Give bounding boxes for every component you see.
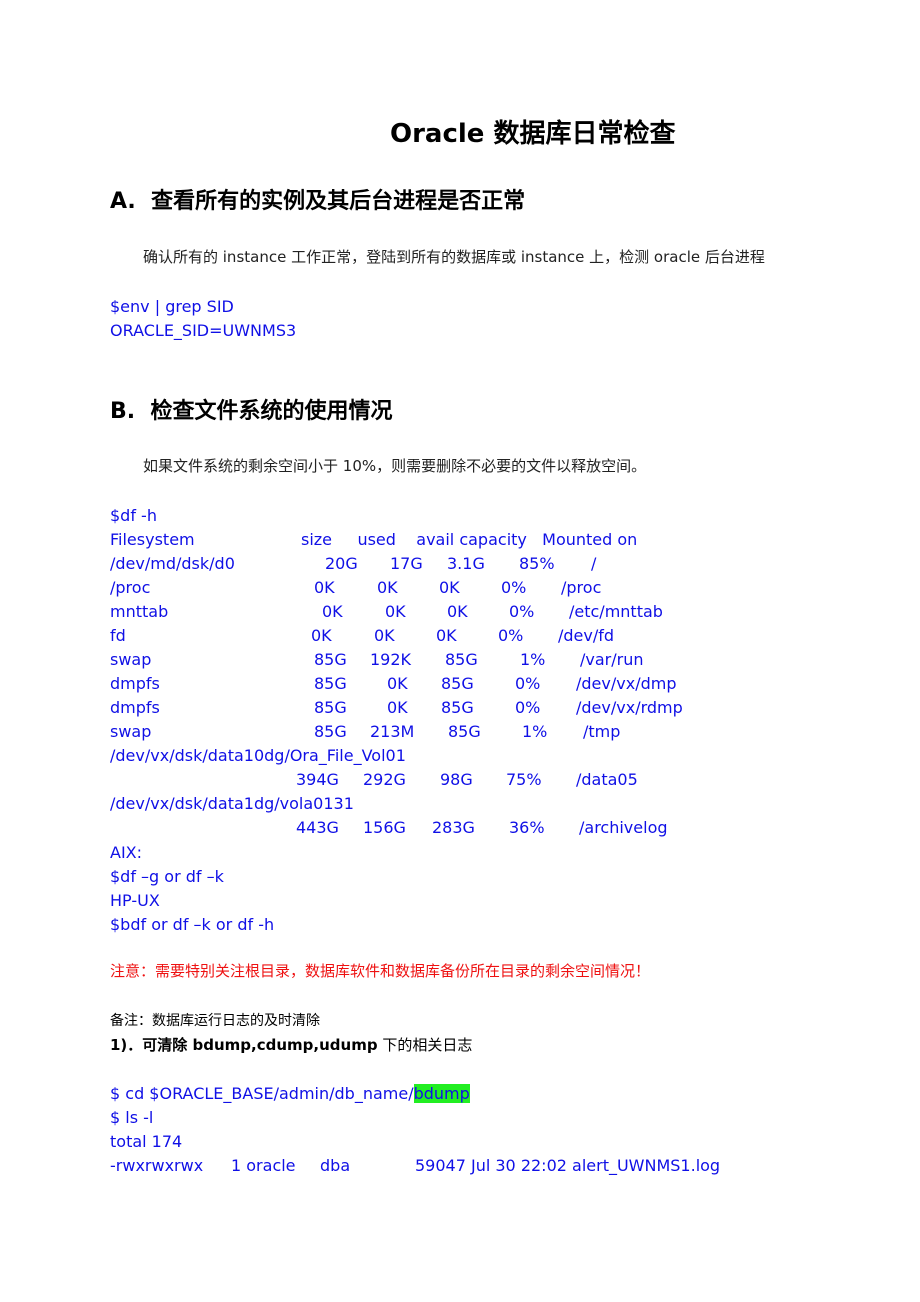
df-header-filesystem: Filesystem: [110, 530, 195, 549]
df-cell-filesystem: swap: [110, 650, 152, 669]
ls-group: dba: [320, 1156, 351, 1175]
df-cell-avail: 98G: [440, 770, 473, 789]
df-cell-capacity: 85%: [519, 554, 555, 573]
df-cell-mount: /dev/vx/rdmp: [576, 698, 683, 717]
df-cell-used: 17G: [390, 554, 423, 573]
df-cell-size: 443G: [296, 818, 339, 837]
note-item: 1)．可清除 bdump,cdump,udump 下的相关日志: [110, 1038, 472, 1053]
df-cell-mount: /proc: [561, 578, 602, 597]
df-cell-filesystem: mnttab: [110, 602, 169, 621]
df-cell-size: 85G: [314, 674, 347, 693]
section-a-heading: A. 查看所有的实例及其后台进程是否正常: [110, 189, 526, 214]
df-cell-capacity: 0%: [515, 674, 541, 693]
df-cell-avail: 85G: [441, 698, 474, 717]
df-cell-size: 85G: [314, 722, 347, 741]
df-cell-capacity: 0%: [498, 626, 524, 645]
df-cell-capacity: 1%: [520, 650, 546, 669]
df-cell-avail: 0K: [439, 578, 460, 597]
df-cell-filesystem: dmpfs: [110, 674, 160, 693]
df-cell-avail: 0K: [447, 602, 468, 621]
note-item-terms: bdump,cdump,udump: [192, 1036, 378, 1054]
ls-details: 59047 Jul 30 22:02 alert_UWNMS1.log: [415, 1156, 721, 1175]
section-a-paragraph: 确认所有的 instance 工作正常，登陆到所有的数据库或 instance …: [143, 248, 765, 266]
code-line: $env | grep SID: [110, 297, 234, 316]
df-cell-used: 192K: [370, 650, 412, 669]
df-cell-capacity: 1%: [522, 722, 548, 741]
df-cell-mount: /dev/fd: [558, 626, 615, 645]
ls-perms: -rwxrwxrwx: [110, 1156, 204, 1175]
df-cell-used: 0K: [387, 698, 408, 717]
df-cell-avail: 85G: [445, 650, 478, 669]
df-cell-avail: 85G: [448, 722, 481, 741]
df-cell-filesystem: /dev/vx/dsk/data1dg/vola0131: [110, 794, 354, 813]
df-cell-used: 156G: [363, 818, 406, 837]
df-cell-used: 0K: [374, 626, 395, 645]
df-cell-mount: /: [591, 554, 597, 573]
df-cell-used: 292G: [363, 770, 406, 789]
ls-command: $ ls -l: [110, 1108, 154, 1127]
df-cell-mount: /var/run: [580, 650, 644, 669]
df-cell-used: 0K: [387, 674, 408, 693]
df-cell-mount: /etc/mnttab: [569, 602, 663, 621]
df-cell-capacity: 36%: [509, 818, 545, 837]
df-header-rest: size used avail capacity Mounted on: [301, 530, 638, 549]
cd-command: $ cd $ORACLE_BASE/admin/db_name/bdump: [110, 1084, 470, 1103]
df-cell-filesystem: /proc: [110, 578, 151, 597]
df-cell-used: 213M: [370, 722, 415, 741]
df-cell-mount: /data05: [576, 770, 638, 789]
df-cell-size: 0K: [311, 626, 332, 645]
df-cell-filesystem: /dev/vx/dsk/data10dg/Ora_File_Vol01: [110, 746, 406, 765]
df-cell-size: 394G: [296, 770, 339, 789]
section-b-heading: B. 检查文件系统的使用情况: [110, 399, 393, 424]
warning-note: 注意：需要特别关注根目录，数据库软件和数据库备份所在目录的剩余空间情况！: [110, 962, 651, 980]
df-cell-mount: /archivelog: [579, 818, 668, 837]
platform-line: $df –g or df –k: [110, 867, 224, 886]
df-cell-avail: 3.1G: [447, 554, 485, 573]
df-cell-filesystem: fd: [110, 626, 126, 645]
df-cell-used: 0K: [385, 602, 406, 621]
df-cell-avail: 0K: [436, 626, 457, 645]
platform-line: HP-UX: [110, 891, 160, 910]
df-cell-size: 0K: [322, 602, 343, 621]
df-cell-avail: 283G: [432, 818, 475, 837]
df-cell-used: 0K: [377, 578, 398, 597]
df-cell-filesystem: /dev/md/dsk/d0: [110, 554, 235, 573]
platform-line: AIX:: [110, 843, 143, 862]
df-cell-filesystem: dmpfs: [110, 698, 160, 717]
df-cell-capacity: 75%: [506, 770, 542, 789]
section-b-paragraph: 如果文件系统的剩余空间小于 10%，则需要删除不必要的文件以释放空间。: [143, 457, 647, 475]
df-cell-mount: /dev/vx/dmp: [576, 674, 677, 693]
note-item-suffix: 下的相关日志: [377, 1036, 473, 1054]
note-label: 备注：数据库运行日志的及时清除: [110, 1013, 320, 1029]
df-cell-capacity: 0%: [515, 698, 541, 717]
df-cell-size: 20G: [325, 554, 358, 573]
df-command: $df -h: [110, 506, 157, 525]
highlighted-bdump: bdump: [413, 1084, 470, 1103]
ls-owner: 1 oracle: [231, 1156, 296, 1175]
df-cell-size: 85G: [314, 698, 347, 717]
platform-line: $bdf or df –k or df -h: [110, 915, 275, 934]
df-cell-avail: 85G: [441, 674, 474, 693]
page-title: Oracle 数据库日常检查: [390, 119, 676, 149]
df-cell-size: 85G: [314, 650, 347, 669]
df-cell-filesystem: swap: [110, 722, 152, 741]
note-item-prefix: 1)．可清除: [110, 1036, 193, 1054]
ls-total: total 174: [110, 1132, 183, 1151]
cd-path: $ cd $ORACLE_BASE/admin/db_name/: [110, 1084, 414, 1103]
df-cell-capacity: 0%: [509, 602, 535, 621]
df-cell-mount: /tmp: [583, 722, 621, 741]
df-cell-capacity: 0%: [501, 578, 527, 597]
df-cell-size: 0K: [314, 578, 335, 597]
code-line: ORACLE_SID=UWNMS3: [110, 321, 297, 340]
